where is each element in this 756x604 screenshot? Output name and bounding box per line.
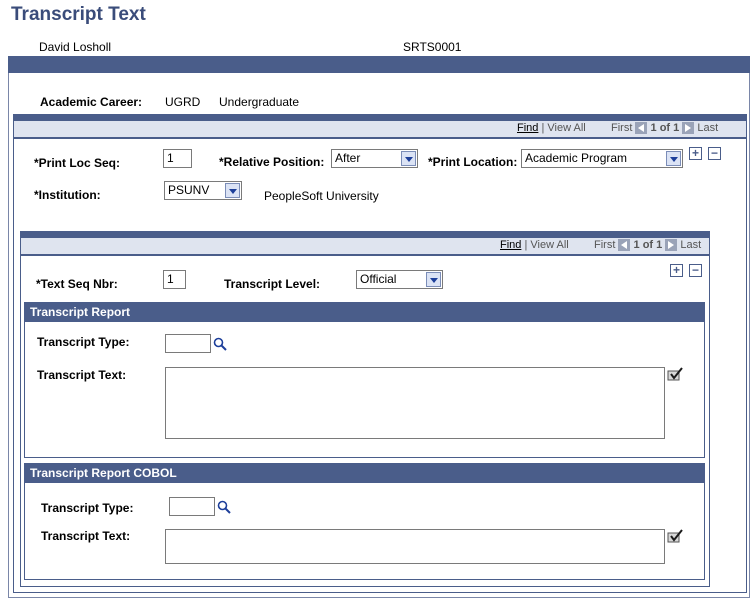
prev-arrow-icon[interactable] — [618, 239, 631, 252]
add-row-icon[interactable]: + — [689, 147, 702, 160]
chevron-down-icon — [225, 183, 240, 198]
student-name: David Losholl — [39, 40, 112, 54]
career-code: UGRD — [165, 95, 201, 109]
delete-row-icon[interactable]: − — [689, 264, 702, 277]
institution-select[interactable]: PSUNV — [164, 181, 242, 200]
next-arrow-icon[interactable] — [665, 239, 678, 252]
chevron-down-icon — [666, 151, 681, 166]
print-location-label: *Print Location: — [428, 155, 518, 169]
print-location-value: Academic Program — [525, 151, 628, 165]
cobol-transcript-text-label: Transcript Text: — [41, 529, 131, 543]
add-row-icon[interactable]: + — [670, 264, 683, 277]
transcript-text-area[interactable] — [165, 367, 665, 439]
prev-arrow-icon[interactable] — [635, 122, 648, 135]
group-title: Transcript Report COBOL — [25, 464, 704, 483]
cobol-transcript-type-input[interactable] — [169, 497, 215, 516]
transcript-level-label: Transcript Level: — [224, 277, 321, 291]
inner-nav: Find | View All — [500, 239, 569, 251]
institution-desc: PeopleSoft University — [264, 189, 379, 203]
group-title: Transcript Report — [25, 303, 704, 322]
view-all-link[interactable]: View All — [530, 239, 568, 251]
transcript-level-select[interactable]: Official — [356, 270, 443, 289]
cobol-transcript-type-label: Transcript Type: — [41, 501, 134, 515]
row-count: 1 of 1 — [650, 122, 680, 134]
view-all-link[interactable]: View All — [547, 122, 585, 134]
transcript-type-input[interactable] — [165, 334, 211, 353]
career-label: Academic Career: — [40, 95, 143, 109]
find-link[interactable]: Find — [517, 122, 538, 134]
spell-check-icon[interactable] — [667, 366, 683, 382]
header-bar — [8, 56, 750, 73]
transcript-level-value: Official — [360, 272, 397, 286]
cobol-transcript-text-area[interactable] — [165, 529, 665, 564]
spell-check-icon[interactable] — [667, 528, 683, 544]
institution-value: PSUNV — [168, 183, 210, 197]
transcript-type-label: Transcript Type: — [37, 335, 130, 349]
find-link[interactable]: Find — [500, 239, 521, 251]
print-loc-seq-label: *Print Loc Seq: — [34, 156, 121, 170]
first-link[interactable]: First — [611, 122, 632, 134]
last-link[interactable]: Last — [697, 122, 718, 134]
chevron-down-icon — [401, 151, 416, 166]
text-seq-nbr-label: *Text Seq Nbr: — [36, 277, 118, 291]
student-id: SRTS0001 — [403, 40, 462, 54]
outer-nav: Find | View All — [517, 122, 586, 134]
search-icon[interactable] — [217, 500, 231, 514]
text-seq-nbr-input[interactable]: 1 — [163, 270, 186, 289]
page-title: Transcript Text — [11, 4, 146, 25]
chevron-down-icon — [426, 272, 441, 287]
relative-position-label: *Relative Position: — [219, 155, 325, 169]
print-location-select[interactable]: Academic Program — [521, 149, 683, 168]
next-arrow-icon[interactable] — [682, 122, 695, 135]
print-loc-seq-input[interactable]: 1 — [163, 149, 192, 168]
first-link[interactable]: First — [594, 239, 615, 251]
institution-label: *Institution: — [34, 188, 101, 202]
relative-position-select[interactable]: After — [331, 149, 418, 168]
career-desc: Undergraduate — [219, 95, 300, 109]
outer-nav-pager: First 1 of 1 Last — [611, 122, 718, 135]
delete-row-icon[interactable]: − — [708, 147, 721, 160]
row-count: 1 of 1 — [633, 239, 663, 251]
search-icon[interactable] — [213, 337, 227, 351]
transcript-text-label: Transcript Text: — [37, 368, 127, 382]
relative-position-value: After — [335, 151, 361, 165]
inner-nav-pager: First 1 of 1 Last — [594, 239, 701, 252]
last-link[interactable]: Last — [680, 239, 701, 251]
